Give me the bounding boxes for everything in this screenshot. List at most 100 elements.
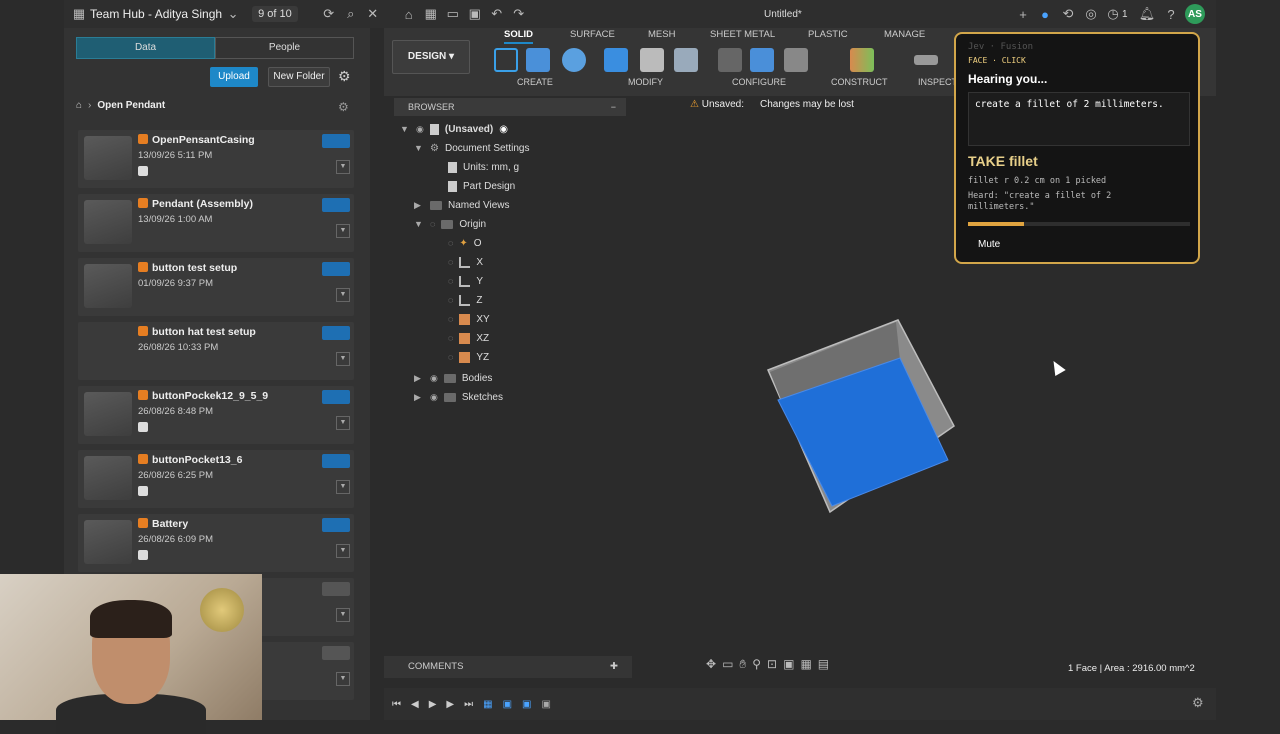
tab-plastic[interactable]: PLASTIC: [808, 29, 848, 40]
gear-icon[interactable]: ⚙: [338, 68, 351, 85]
timeline-extrude-icon[interactable]: ▣: [503, 699, 512, 710]
tree-item[interactable]: ◌ X: [448, 253, 483, 271]
eye-icon[interactable]: ◉: [430, 392, 438, 403]
display-settings-icon[interactable]: ▣: [783, 657, 794, 672]
home-icon[interactable]: ⌂: [398, 7, 420, 22]
eye-hidden-icon[interactable]: ◌: [430, 219, 435, 229]
extrude-icon[interactable]: [526, 48, 550, 72]
go-to-end-icon[interactable]: ⏭: [464, 699, 473, 710]
new-sketch-icon[interactable]: [494, 48, 518, 72]
fit-icon[interactable]: ⊡: [767, 657, 777, 672]
chevron-down-icon[interactable]: ▼: [336, 288, 350, 302]
breadcrumb-folder[interactable]: Open Pendant: [97, 100, 165, 111]
orbit-icon[interactable]: ✥: [706, 657, 716, 672]
zoom-icon[interactable]: ⚲: [752, 657, 761, 672]
clock-icon[interactable]: ◷: [1102, 6, 1124, 22]
chevron-down-icon[interactable]: ▼: [336, 160, 350, 174]
eye-icon[interactable]: ◉: [416, 124, 424, 135]
open-badge-icon[interactable]: [322, 326, 350, 340]
tree-item[interactable]: ▼ ⚙ Document Settings: [414, 139, 529, 157]
timeline-feature-icon[interactable]: ▣: [541, 699, 550, 710]
chevron-down-icon[interactable]: ▼: [400, 124, 410, 134]
tree-item[interactable]: ◌ XY: [448, 310, 490, 328]
upload-button[interactable]: Upload: [210, 67, 258, 87]
list-item[interactable]: button test setup 01/09/26 9:37 PM ▼: [78, 258, 354, 316]
extension-icon[interactable]: ●: [1034, 7, 1056, 22]
eye-hidden-icon[interactable]: ◌: [448, 333, 453, 343]
chevron-right-icon[interactable]: ▶: [414, 392, 424, 403]
table-icon[interactable]: [784, 48, 808, 72]
eye-hidden-icon[interactable]: ◌: [448, 276, 453, 286]
tab-sheet-metal[interactable]: SHEET METAL: [710, 29, 775, 40]
eye-hidden-icon[interactable]: ◌: [448, 314, 453, 324]
configure-menu[interactable]: CONFIGURE: [732, 77, 786, 87]
save-icon[interactable]: ▣: [464, 6, 486, 22]
open-badge-icon[interactable]: [322, 646, 350, 660]
tab-manage[interactable]: MANAGE: [884, 29, 925, 40]
list-item[interactable]: buttonPocket13_6 26/08/26 6:25 PM ▼: [78, 450, 354, 508]
chevron-down-icon[interactable]: ▼: [336, 480, 350, 494]
avatar[interactable]: AS: [1185, 4, 1205, 24]
list-item[interactable]: OpenPensantCasing 13/09/26 5:11 PM ▼: [78, 130, 354, 188]
file-menu-icon[interactable]: ▭: [442, 6, 464, 22]
tree-item[interactable]: ▶ Named Views: [414, 196, 510, 214]
mute-button[interactable]: Mute: [978, 239, 1000, 250]
open-badge-icon[interactable]: [322, 390, 350, 404]
online-status-icon[interactable]: ◎: [1080, 6, 1102, 22]
eye-hidden-icon[interactable]: ◌: [448, 238, 453, 248]
eye-hidden-icon[interactable]: ◌: [448, 257, 453, 267]
modify-menu[interactable]: MODIFY: [628, 77, 663, 87]
revolve-icon[interactable]: [562, 48, 586, 72]
parameters-icon[interactable]: [750, 48, 774, 72]
chevron-down-icon[interactable]: ⌄: [222, 6, 244, 22]
measure-icon[interactable]: [914, 55, 938, 65]
go-to-start-icon[interactable]: ⏮: [392, 699, 401, 710]
undo-icon[interactable]: ↶: [486, 6, 508, 22]
open-badge-icon[interactable]: [322, 198, 350, 212]
tree-item[interactable]: ◌ Z: [448, 291, 482, 309]
list-item[interactable]: button hat test setup 26/08/26 10:33 PM …: [78, 322, 354, 380]
chevron-down-icon[interactable]: ▼: [336, 672, 350, 686]
timeline-shell-icon[interactable]: ▣: [522, 699, 531, 710]
chevron-down-icon[interactable]: ▼: [336, 224, 350, 238]
search-icon[interactable]: ⌕: [340, 6, 362, 22]
comments-panel[interactable]: COMMENTS ✚: [384, 656, 632, 678]
fillet-icon[interactable]: [640, 48, 664, 72]
chevron-right-icon[interactable]: ▶: [414, 373, 424, 384]
tab-people[interactable]: People: [215, 37, 354, 59]
eye-icon[interactable]: ◉: [430, 373, 438, 384]
open-badge-icon[interactable]: [322, 518, 350, 532]
redo-icon[interactable]: ↷: [508, 6, 530, 22]
look-at-icon[interactable]: ▭: [722, 657, 733, 672]
tree-root[interactable]: ▼ ◉ (Unsaved) ◉: [400, 120, 508, 138]
chevron-right-icon[interactable]: ▶: [414, 200, 424, 211]
tree-item[interactable]: ◌ Y: [448, 272, 483, 290]
step-back-icon[interactable]: ◀: [411, 699, 419, 710]
add-comment-icon[interactable]: ✚: [610, 656, 618, 678]
chevron-down-icon[interactable]: ▼: [336, 352, 350, 366]
gear-icon[interactable]: ⚙: [1192, 695, 1204, 711]
collapse-icon[interactable]: −: [611, 98, 616, 116]
tree-item[interactable]: ◌ YZ: [448, 348, 489, 366]
tree-item[interactable]: ▶ ◉ Bodies: [414, 369, 492, 387]
bell-icon[interactable]: 🔔︎: [1136, 6, 1158, 22]
tab-mesh[interactable]: MESH: [648, 29, 675, 40]
offset-plane-icon[interactable]: [850, 48, 874, 72]
grid-icon[interactable]: ▦: [68, 6, 90, 22]
chevron-down-icon[interactable]: ▼: [414, 143, 424, 153]
eye-hidden-icon[interactable]: ◌: [448, 295, 453, 305]
tree-item[interactable]: ▶ ◉ Sketches: [414, 388, 503, 406]
job-status-icon[interactable]: ⟲: [1057, 6, 1079, 22]
timeline-sketch-icon[interactable]: ▦: [483, 699, 492, 710]
create-menu[interactable]: CREATE: [517, 77, 553, 87]
open-badge-icon[interactable]: [322, 134, 350, 148]
list-item[interactable]: Battery 26/08/26 6:09 PM ▼: [78, 514, 354, 572]
plus-icon[interactable]: +: [1012, 7, 1034, 22]
chamfer-icon[interactable]: [674, 48, 698, 72]
play-icon[interactable]: ▶: [429, 699, 437, 710]
transcript-input[interactable]: create a fillet of 2 millimeters.: [968, 92, 1190, 146]
grid-settings-icon[interactable]: ▦: [800, 657, 811, 672]
close-icon[interactable]: ✕: [362, 6, 384, 22]
press-pull-icon[interactable]: [604, 48, 628, 72]
tab-solid[interactable]: SOLID: [504, 29, 534, 44]
